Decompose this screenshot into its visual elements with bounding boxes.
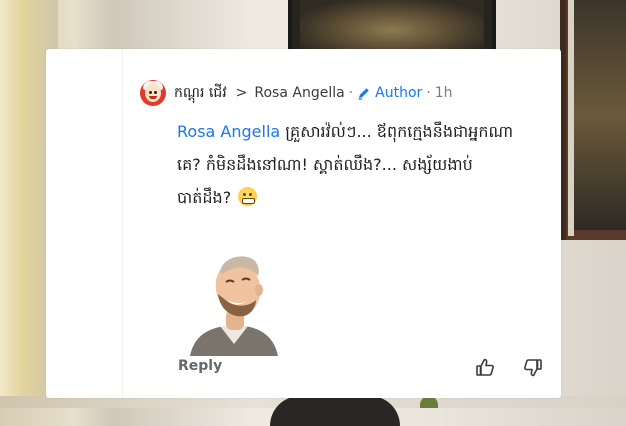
comment-line-2: គេ? កំមិនដឹងនៅណា! ស្គាត់ឈឹង?... សង្ស័យងា…	[177, 155, 473, 174]
background-picture-frame-right	[560, 0, 626, 240]
reply-button[interactable]: Reply	[178, 358, 222, 374]
timestamp[interactable]: 1h	[435, 85, 453, 101]
emoji-eye	[243, 193, 247, 196]
background-picture-frame	[288, 0, 496, 50]
comment-text-1: គ្រួសារវ៉ល់ៗ... ឪពុកក្មេងនឹងជាអ្នកណា	[280, 122, 514, 141]
thumbs-up-icon[interactable]	[475, 357, 495, 377]
grimacing-face-emoji-icon	[238, 187, 258, 206]
comment-text-3: បាត់ដឹង?	[177, 188, 232, 207]
comment-body: Rosa Angella គ្រួសារវ៉ល់ៗ... ឪពុកក្មេងនឹ…	[177, 115, 547, 214]
emoji-mouth	[242, 198, 256, 204]
thread-line	[122, 49, 123, 398]
thumbs-down-icon[interactable]	[523, 358, 543, 378]
avatar-face	[145, 84, 161, 102]
reply-to-name[interactable]: Rosa Angella	[254, 85, 344, 101]
reply-arrow-icon: >	[235, 85, 248, 101]
background-artwork-right	[574, 0, 626, 230]
avatar-eye	[149, 91, 152, 94]
emoji-eye	[249, 193, 253, 196]
author-badge: Author	[375, 85, 423, 101]
background-person-head	[270, 396, 400, 426]
separator-dot: ·	[426, 85, 431, 101]
laughing-man-sticker-icon[interactable]	[186, 250, 282, 356]
pencil-icon	[358, 88, 369, 100]
mention-link[interactable]: Rosa Angella	[177, 122, 280, 141]
comment-line-1: Rosa Angella គ្រួសារវ៉ល់ៗ... ឪពុកក្មេងនឹ…	[177, 115, 547, 148]
separator-dot: ·	[348, 85, 354, 101]
comment-line-3: បាត់ដឹង?	[177, 181, 547, 214]
avatar[interactable]	[140, 80, 166, 106]
avatar-eye	[154, 91, 157, 94]
comment-header: កណ្ដុរ ជើវ > Rosa Angella · Author · 1h	[140, 79, 453, 107]
commenter-name[interactable]: កណ្ដុរ ជើវ	[174, 83, 227, 104]
background-artwork	[300, 0, 484, 50]
